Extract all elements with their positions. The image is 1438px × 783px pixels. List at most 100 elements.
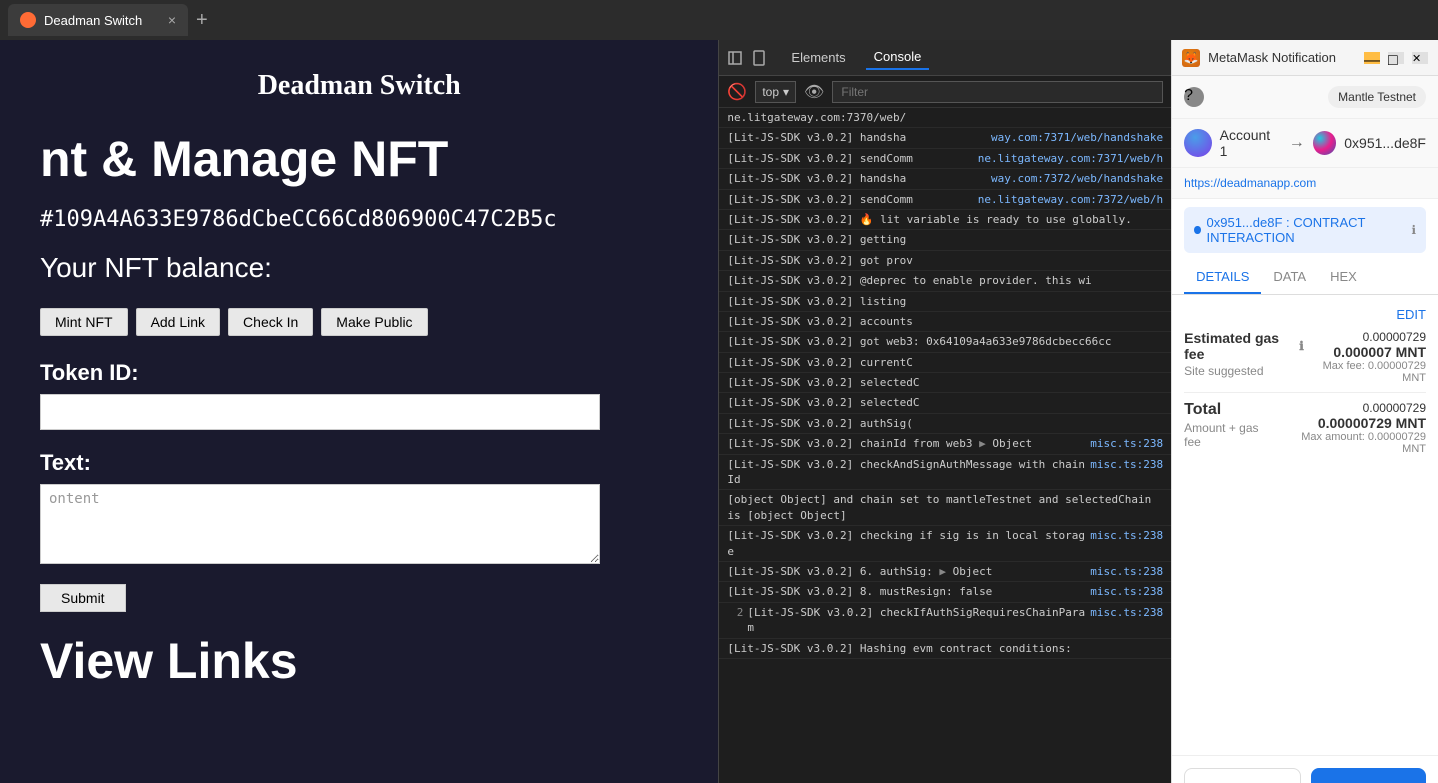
list-item: ne.litgateway.com:7370/web/ xyxy=(719,108,1171,128)
submit-button[interactable]: Submit xyxy=(40,584,126,612)
mm-confirm-button[interactable]: Confirm xyxy=(1311,768,1426,783)
mm-contract-info-icon[interactable]: ℹ xyxy=(1411,223,1416,237)
list-item: [Lit-JS-SDK v3.0.2] selectedC xyxy=(719,393,1171,413)
mm-close-button[interactable]: ✕ xyxy=(1412,52,1428,64)
list-item: [Lit-JS-SDK v3.0.2] Hashing evm contract… xyxy=(719,639,1171,659)
mm-transfer-arrow: → xyxy=(1289,134,1305,152)
mm-total-subtext: Amount + gas fee xyxy=(1184,421,1277,449)
mm-window-buttons: — □ ✕ xyxy=(1364,52,1428,64)
mm-gas-maxfee: Max fee: 0.00000729 MNT xyxy=(1304,360,1426,384)
mm-url-bar: https://deadmanapp.com xyxy=(1172,168,1438,199)
mm-total-maxamt: Max amount: 0.00000729 MNT xyxy=(1277,431,1426,455)
new-tab-button[interactable]: + xyxy=(196,9,208,32)
metamask-popup: 🦊 MetaMask Notification — □ ✕ ? Mantle T… xyxy=(1171,40,1438,783)
list-item: [Lit-JS-SDK v3.0.2] @deprec to enable pr… xyxy=(719,271,1171,291)
mm-contract-dot xyxy=(1194,226,1200,234)
devtools-tab-elements[interactable]: Elements xyxy=(783,46,853,69)
add-link-button[interactable]: Add Link xyxy=(136,308,220,336)
mm-total-label-group: Total Amount + gas fee xyxy=(1184,401,1277,449)
text-textarea[interactable]: ontent xyxy=(40,484,600,564)
mm-gas-site-label: Site suggested xyxy=(1184,364,1304,378)
mm-tab-details[interactable]: DETAILS xyxy=(1184,261,1261,294)
mm-total-values: 0.00000729 0.00000729 MNT Max amount: 0.… xyxy=(1277,401,1426,455)
page-heading: nt & Manage NFT xyxy=(40,132,678,187)
eye-icon[interactable]: 👁 xyxy=(804,82,824,102)
list-item: [Lit-JS-SDK v3.0.2] selectedC xyxy=(719,373,1171,393)
mm-contract-badge: 0x951...de8F : CONTRACT INTERACTION ℹ xyxy=(1184,207,1426,253)
mm-address-label: 0x951...de8F xyxy=(1344,135,1426,151)
devtools-header: Elements Console xyxy=(719,40,1171,76)
tab-close-button[interactable]: × xyxy=(168,12,176,28)
devtools-toolbar: 🚫 top ▾ 👁 xyxy=(719,76,1171,108)
list-item: [Lit-JS-SDK v3.0.2] handsha way.com:7371… xyxy=(719,128,1171,148)
mm-maximize-button[interactable]: □ xyxy=(1388,52,1404,64)
mm-question-icon: ? xyxy=(1184,87,1204,107)
mm-tab-hex[interactable]: HEX xyxy=(1318,261,1369,294)
tab-title: Deadman Switch xyxy=(44,13,142,28)
inspect-icon[interactable] xyxy=(727,50,743,66)
nft-balance-label: Your NFT balance: xyxy=(40,252,678,284)
make-public-button[interactable]: Make Public xyxy=(321,308,427,336)
clear-console-icon[interactable]: 🚫 xyxy=(727,82,747,102)
list-item: [Lit-JS-SDK v3.0.2] 6. authSig: ▶ Object… xyxy=(719,562,1171,582)
list-item: [Lit-JS-SDK v3.0.2] checkAndSignAuthMess… xyxy=(719,455,1171,491)
browser-tab[interactable]: Deadman Switch × xyxy=(8,4,188,36)
list-item: [Lit-JS-SDK v3.0.2] accounts xyxy=(719,312,1171,332)
list-item: [Lit-JS-SDK v3.0.2] listing xyxy=(719,292,1171,312)
console-log: ne.litgateway.com:7370/web/ [Lit-JS-SDK … xyxy=(719,108,1171,783)
list-item: [Lit-JS-SDK v3.0.2] authSig( xyxy=(719,414,1171,434)
mm-total-value-bold: 0.00000729 MNT xyxy=(1277,415,1426,431)
devtools-icons xyxy=(727,50,767,66)
devtools-panel: Elements Console 🚫 top ▾ 👁 ne.litgateway… xyxy=(718,40,1171,783)
check-in-button[interactable]: Check In xyxy=(228,308,313,336)
context-selector[interactable]: top ▾ xyxy=(755,81,796,103)
mm-account-avatar xyxy=(1184,129,1211,157)
devtools-tab-console[interactable]: Console xyxy=(866,45,930,70)
wallet-address: #109A4A633E9786dCbeCC66Cd806900C47C2B5c xyxy=(40,207,678,232)
mm-gas-value-primary: 0.00000729 xyxy=(1304,330,1426,344)
mm-gas-values: 0.00000729 0.000007 MNT Max fee: 0.00000… xyxy=(1304,330,1426,384)
list-item: [Lit-JS-SDK v3.0.2] got prov xyxy=(719,251,1171,271)
list-item: [Lit-JS-SDK v3.0.2] sendComm ne.litgatew… xyxy=(719,149,1171,169)
mm-reject-button[interactable]: Reject xyxy=(1184,768,1301,783)
view-links: View Links xyxy=(40,632,678,690)
mm-account-name: Account 1 xyxy=(1220,127,1281,159)
mm-body: EDIT Estimated gas fee ℹ Site suggested … xyxy=(1172,295,1438,755)
list-item: [object Object] and chain set to mantleT… xyxy=(719,490,1171,526)
mm-contract-label: 0x951...de8F : CONTRACT INTERACTION xyxy=(1207,215,1406,245)
mm-gas-row: Estimated gas fee ℹ Site suggested 0.000… xyxy=(1184,330,1426,384)
metamask-logo: 🦊 xyxy=(1182,49,1200,67)
text-label: Text: xyxy=(40,450,678,476)
list-item: [Lit-JS-SDK v3.0.2] chainId from web3 ▶ … xyxy=(719,434,1171,454)
mm-total-row: Total Amount + gas fee 0.00000729 0.0000… xyxy=(1184,401,1426,455)
webpage: Deadman Switch nt & Manage NFT #109A4A63… xyxy=(0,40,718,783)
token-id-label: Token ID: xyxy=(40,360,678,386)
mm-address-avatar xyxy=(1313,131,1337,155)
mm-gas-value-bold: 0.000007 MNT xyxy=(1304,344,1426,360)
mm-tabs: DETAILS DATA HEX xyxy=(1172,261,1438,295)
list-item: 2 [Lit-JS-SDK v3.0.2] checkIfAuthSigRequ… xyxy=(719,603,1171,639)
token-id-input[interactable] xyxy=(40,394,600,430)
tab-favicon xyxy=(20,12,36,28)
list-item: [Lit-JS-SDK v3.0.2] 🔥 lit variable is re… xyxy=(719,210,1171,230)
mint-nft-button[interactable]: Mint NFT xyxy=(40,308,128,336)
console-filter-input[interactable] xyxy=(832,81,1163,103)
mm-minimize-button[interactable]: — xyxy=(1364,52,1380,64)
list-item: [Lit-JS-SDK v3.0.2] handsha way.com:7372… xyxy=(719,169,1171,189)
list-item: [Lit-JS-SDK v3.0.2] sendComm ne.litgatew… xyxy=(719,190,1171,210)
mm-title: MetaMask Notification xyxy=(1208,50,1356,65)
mm-total-value-main: 0.00000729 xyxy=(1277,401,1426,415)
mm-gas-label-text: Estimated gas fee xyxy=(1184,330,1295,362)
mm-actions: Reject Confirm xyxy=(1172,755,1438,783)
main-layout: Deadman Switch nt & Manage NFT #109A4A63… xyxy=(0,40,1438,783)
mm-gas-label-group: Estimated gas fee ℹ Site suggested xyxy=(1184,330,1304,378)
mm-edit-button[interactable]: EDIT xyxy=(1184,307,1426,322)
mm-tab-data[interactable]: DATA xyxy=(1261,261,1318,294)
device-icon[interactable] xyxy=(751,50,767,66)
mm-titlebar: 🦊 MetaMask Notification — □ ✕ xyxy=(1172,40,1438,76)
site-title: Deadman Switch xyxy=(40,70,678,102)
action-buttons: Mint NFT Add Link Check In Make Public xyxy=(40,308,678,336)
mm-network-label[interactable]: Mantle Testnet xyxy=(1328,86,1426,108)
browser-chrome: Deadman Switch × + xyxy=(0,0,1438,40)
context-dropdown-icon[interactable]: ▾ xyxy=(783,85,789,99)
